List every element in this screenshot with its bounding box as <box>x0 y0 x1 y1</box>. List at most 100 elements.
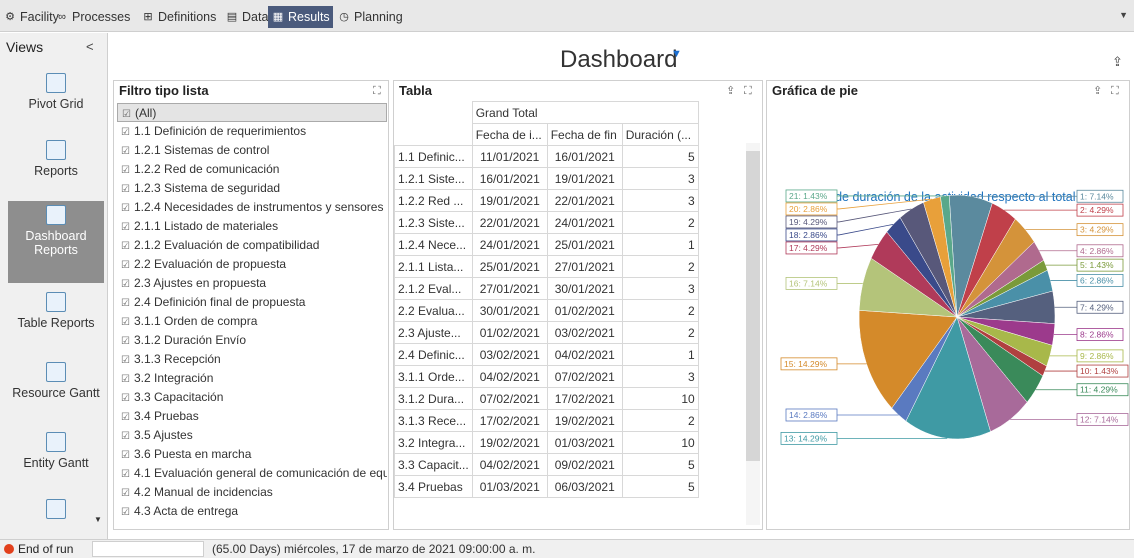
view-pivot-grid[interactable]: Pivot Grid <box>8 69 104 123</box>
slice-label: 19: 4.29% <box>789 217 828 227</box>
checkbox-icon[interactable]: ☑ <box>121 351 131 369</box>
checkbox-icon[interactable]: ☑ <box>122 105 132 121</box>
slice-label: 13: 14.29% <box>784 433 827 443</box>
filter-item[interactable]: ☑ 1.1 Definición de requerimientos <box>117 122 387 141</box>
scroll-down-icon[interactable]: ▼ <box>94 515 102 524</box>
checkbox-icon[interactable]: ☑ <box>121 332 131 350</box>
checkbox-icon[interactable]: ☑ <box>121 237 131 255</box>
table-scrollbar[interactable] <box>746 143 760 525</box>
filter-item[interactable]: ☑ 2.4 Definición final de propuesta <box>117 293 387 312</box>
column-header[interactable]: Fecha de fin <box>546 123 623 146</box>
filter-item[interactable]: ☑ 4.1 Evaluación general de comunicación … <box>117 464 387 483</box>
export-icon[interactable]: ⇪ <box>726 81 735 101</box>
filter-item[interactable]: ☑ 1.2.2 Red de comunicación <box>117 160 387 179</box>
column-header[interactable]: Duración (... <box>621 123 699 146</box>
view-resource-gantt[interactable]: Resource Gantt <box>8 358 104 416</box>
filter-item[interactable]: ☑ 2.2 Evaluación de propuesta <box>117 255 387 274</box>
row-header: 2.1.2 Eval... <box>394 277 473 300</box>
views-title: Views <box>6 39 44 55</box>
filter-item[interactable]: ☑ 1.2.1 Sistemas de control <box>117 141 387 160</box>
tab-definitions[interactable]: ⊞ Definitions <box>138 6 219 28</box>
maximize-icon[interactable]: ⛶ <box>373 81 381 101</box>
checkbox-icon[interactable]: ☑ <box>121 142 131 160</box>
checkbox-icon[interactable]: ☑ <box>121 370 131 388</box>
checkbox-icon[interactable]: ☑ <box>121 503 131 521</box>
export-icon[interactable]: ⇪ <box>1093 81 1102 101</box>
end-of-run-icon <box>4 544 14 554</box>
filter-item[interactable]: ☑ 3.1.3 Recepción <box>117 350 387 369</box>
scrollbar-thumb[interactable] <box>746 151 760 461</box>
tab-planning[interactable]: ◷ Planning <box>334 6 406 28</box>
checkbox-icon[interactable]: ☑ <box>121 465 131 483</box>
checkbox-icon[interactable]: ☑ <box>121 484 131 502</box>
table-row: 2.1.1 Lista... 25/01/2021 27/01/2021 2 <box>394 255 699 278</box>
checkbox-icon[interactable]: ☑ <box>121 161 131 179</box>
tab-label: Results <box>288 10 330 24</box>
checkbox-icon[interactable]: ☑ <box>121 275 131 293</box>
checkbox-icon[interactable]: ☑ <box>121 389 131 407</box>
checkbox-icon[interactable]: ☑ <box>121 294 131 312</box>
column-header[interactable]: Fecha de i... <box>471 123 548 146</box>
table-cell: 16/01/2021 <box>471 167 548 190</box>
view-entity-gantt[interactable]: Entity Gantt <box>8 428 104 486</box>
view-reports[interactable]: Reports <box>8 136 104 190</box>
collapse-views-button[interactable]: < <box>86 39 94 54</box>
filter-item[interactable]: ☑ 3.2 Integración <box>117 369 387 388</box>
filter-item[interactable]: ☑ 3.1.2 Duración Envío <box>117 331 387 350</box>
filter-item[interactable]: ☑ (All) <box>117 103 387 122</box>
table-cell: 19/02/2021 <box>471 431 548 454</box>
view-dashboard-reports[interactable]: Dashboard Reports <box>8 201 104 283</box>
pie-panel-title: Gráfica de pie <box>772 83 858 98</box>
filter-item[interactable]: ☑ 4.2 Manual de incidencias <box>117 483 387 502</box>
tab-results[interactable]: ▦ Results <box>268 6 333 28</box>
maximize-icon[interactable]: ⛶ <box>1111 81 1119 101</box>
filter-item[interactable]: ☑ 1.2.3 Sistema de seguridad <box>117 179 387 198</box>
reports-icon <box>46 140 66 160</box>
checkbox-icon[interactable]: ☑ <box>121 256 131 274</box>
filter-item[interactable]: ☑ 3.6 Puesta en marcha <box>117 445 387 464</box>
filter-item[interactable]: ☑ 3.1.1 Orden de compra <box>117 312 387 331</box>
filter-item[interactable]: ☑ 1.2.4 Necesidades de instrumentos y sen… <box>117 198 387 217</box>
table-reports-icon <box>46 292 66 312</box>
filter-item-label: 3.6 Puesta en marcha <box>134 447 252 461</box>
checkbox-icon[interactable]: ☑ <box>121 218 131 236</box>
filter-icon[interactable]: ▼ <box>671 48 682 60</box>
tabs-dropdown-icon[interactable]: ▼ <box>1119 10 1128 20</box>
filter-item[interactable]: ☑ 2.1.1 Listado de materiales <box>117 217 387 236</box>
filter-item[interactable]: ☑ 2.1.2 Evaluación de compatibilidad <box>117 236 387 255</box>
slice-label: 4: 2.86% <box>1080 246 1114 256</box>
entity-gantt-icon <box>46 432 66 452</box>
filter-item-label: 1.2.2 Red de comunicación <box>134 162 280 176</box>
slice-label: 6: 2.86% <box>1080 275 1114 285</box>
export-icon[interactable]: ⇪ <box>1112 54 1123 70</box>
checkbox-icon[interactable]: ☑ <box>121 408 131 426</box>
tab-processes[interactable]: ∞ Processes <box>52 6 133 28</box>
view-label: Reports <box>34 164 78 178</box>
filter-item[interactable]: ☑ 3.4 Pruebas <box>117 407 387 426</box>
table-cell: 5 <box>621 475 699 498</box>
filter-item-label: 2.2 Evaluación de propuesta <box>134 257 287 271</box>
table-cell: 2 <box>621 409 699 432</box>
checkbox-icon[interactable]: ☑ <box>121 313 131 331</box>
table-cell: 03/02/2021 <box>546 321 623 344</box>
slice-label: 14: 2.86% <box>789 410 828 420</box>
table-cell: 25/01/2021 <box>471 255 548 278</box>
filter-item[interactable]: ☑ 3.5 Ajustes <box>117 426 387 445</box>
filter-item[interactable]: ☑ 3.3 Capacitación <box>117 388 387 407</box>
results-icon: ▦ <box>272 11 284 23</box>
slice-label: 1: 7.14% <box>1080 191 1114 201</box>
maximize-icon[interactable]: ⛶ <box>744 81 752 101</box>
checkbox-icon[interactable]: ☑ <box>121 199 131 217</box>
table-cell: 09/02/2021 <box>546 453 623 476</box>
checkbox-icon[interactable]: ☑ <box>121 180 131 198</box>
checkbox-icon[interactable]: ☑ <box>121 446 131 464</box>
filter-item[interactable]: ☑ 4.3 Acta de entrega <box>117 502 387 521</box>
checkbox-icon[interactable]: ☑ <box>121 123 131 141</box>
row-header: 3.2 Integra... <box>394 431 473 454</box>
view-more[interactable] <box>8 495 104 531</box>
view-table-reports[interactable]: Table Reports <box>8 288 104 346</box>
checkbox-icon[interactable]: ☑ <box>121 427 131 445</box>
row-header: 2.2 Evalua... <box>394 299 473 322</box>
filter-item[interactable]: ☑ 2.3 Ajustes en propuesta <box>117 274 387 293</box>
tab-data[interactable]: ▤ Data <box>222 6 271 28</box>
